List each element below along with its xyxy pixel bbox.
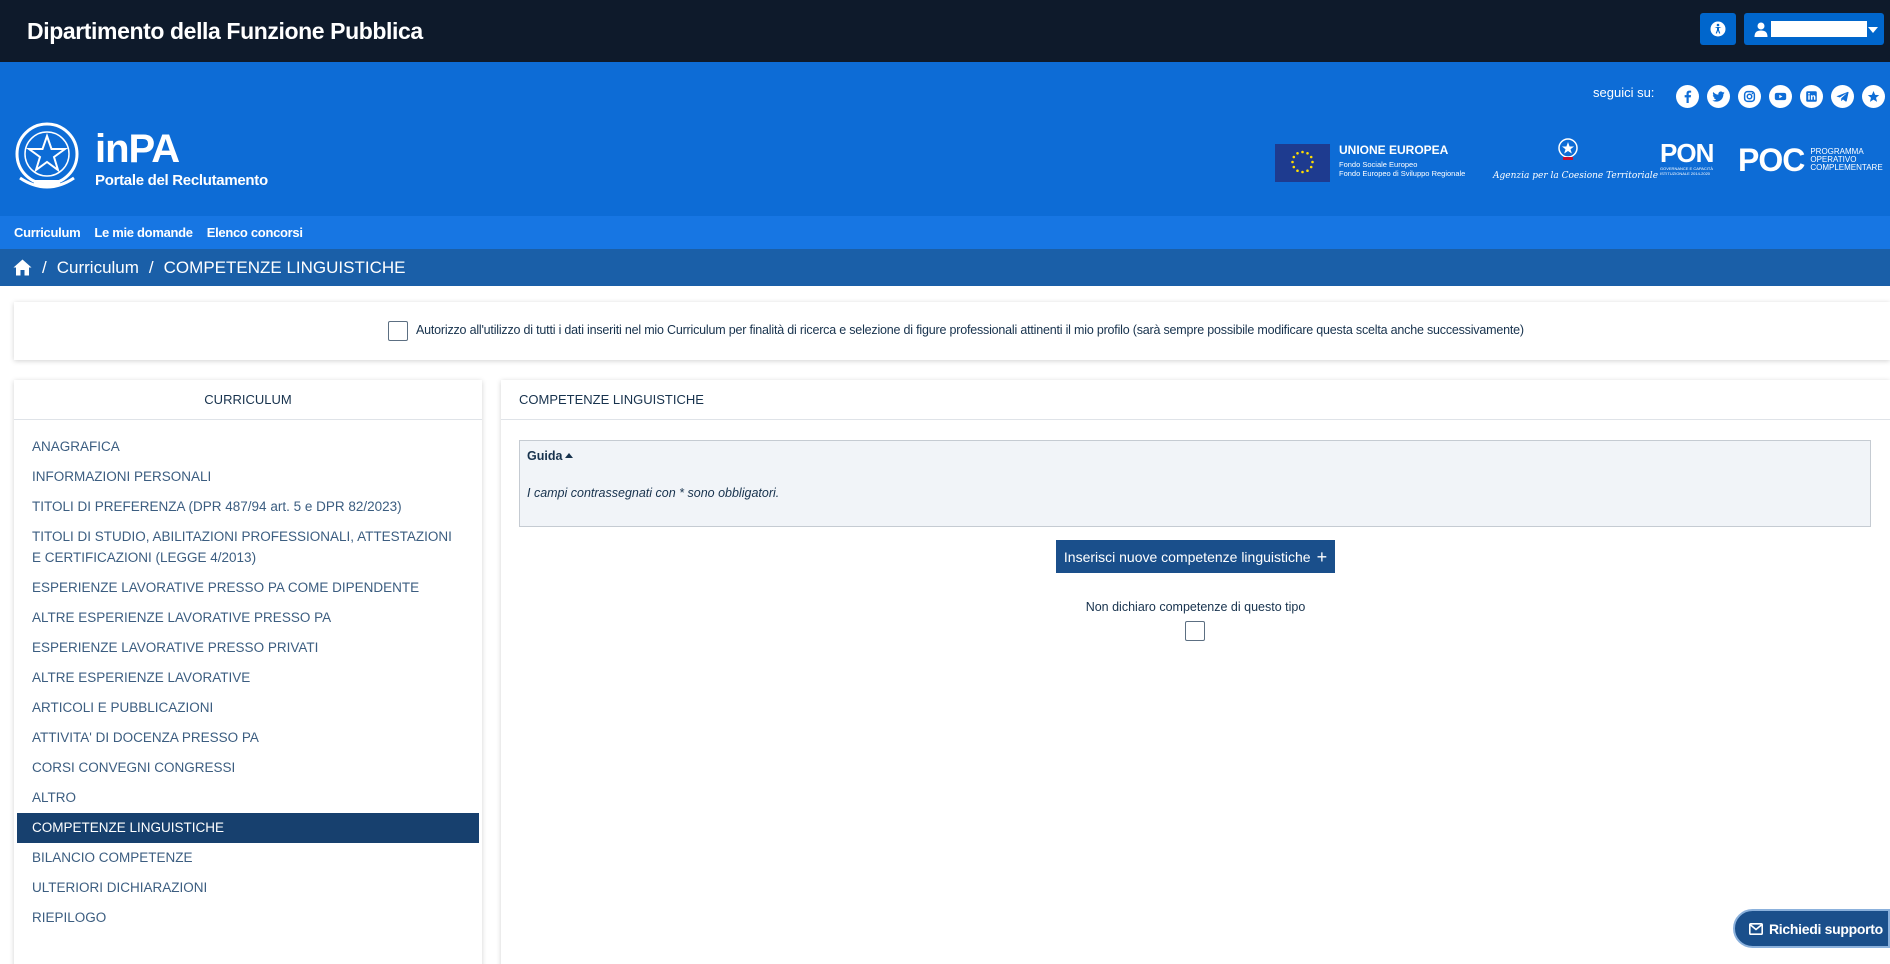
sidebar-title: CURRICULUM bbox=[14, 380, 482, 420]
pon-logo: PON GOVERNANCE E CAPACITÀ ISTITUZIONALE … bbox=[1660, 140, 1714, 176]
consent-text[interactable]: Autorizzo all'utilizzo di tutti i dati i… bbox=[416, 323, 1524, 337]
top-bar: Dipartimento della Funzione Pubblica bbox=[0, 0, 1890, 62]
non-dichiaro-label: Non dichiaro competenze di questo tipo bbox=[1085, 600, 1306, 614]
accessibility-icon bbox=[1710, 21, 1726, 37]
chevron-down-icon bbox=[1868, 27, 1878, 33]
brand-subtitle: Portale del Reclutamento bbox=[95, 172, 268, 189]
breadcrumb-separator: / bbox=[148, 257, 154, 277]
sidebar-menu: ANAGRAFICA INFORMAZIONI PERSONALI TITOLI… bbox=[14, 420, 482, 933]
agenzia-text: Agenzia per la Coesione Territoriale bbox=[1493, 171, 1659, 181]
facebook-icon[interactable] bbox=[1676, 85, 1699, 108]
guida-text: I campi contrassegnati con * sono obblig… bbox=[527, 486, 780, 500]
accessibility-button[interactable] bbox=[1700, 13, 1736, 45]
pon-text: PON bbox=[1660, 138, 1714, 168]
poc-logo: POC PROGRAMMA OPERATIVO COMPLEMENTARE bbox=[1738, 144, 1890, 176]
sidebar-item-altro[interactable]: ALTRO bbox=[17, 783, 479, 813]
main-panel: COMPETENZE LINGUISTICHE Guida I campi co… bbox=[501, 380, 1890, 964]
sidebar-item-docenza-pa[interactable]: ATTIVITA' DI DOCENZA PRESSO PA bbox=[17, 723, 479, 753]
linkedin-icon[interactable] bbox=[1800, 85, 1823, 108]
sidebar-item-informazioni-personali[interactable]: INFORMAZIONI PERSONALI bbox=[17, 462, 479, 492]
sidebar-item-ulteriori-dichiarazioni[interactable]: ULTERIORI DICHIARAZIONI bbox=[17, 873, 479, 903]
sidebar-item-competenze-linguistiche[interactable]: COMPETENZE LINGUISTICHE bbox=[17, 813, 479, 843]
agenzia-coesione-logo: Agenzia per la Coesione Territoriale bbox=[1493, 137, 1658, 187]
instagram-icon[interactable] bbox=[1738, 85, 1761, 108]
eu-label: UNIONE EUROPEA Fondo Sociale Europeo Fon… bbox=[1339, 143, 1465, 178]
insert-competenze-button[interactable]: Inserisci nuove competenze linguistiche … bbox=[1056, 540, 1335, 573]
poc-text: POC bbox=[1738, 142, 1805, 178]
poc-subtitle: PROGRAMMA OPERATIVO COMPLEMENTARE bbox=[1810, 147, 1883, 172]
user-icon bbox=[1754, 22, 1768, 37]
breadcrumb-curriculum[interactable]: Curriculum bbox=[57, 258, 139, 278]
follow-label: seguici su: bbox=[1593, 85, 1655, 100]
mail-icon bbox=[1749, 922, 1763, 935]
consent-box: Autorizzo all'utilizzo di tutti i dati i… bbox=[14, 302, 1890, 360]
sidebar-item-articoli-pubblicazioni[interactable]: ARTICOLI E PUBBLICAZIONI bbox=[17, 693, 479, 723]
sidebar-item-altre-esperienze[interactable]: ALTRE ESPERIENZE LAVORATIVE bbox=[17, 663, 479, 693]
breadcrumb: / Curriculum / COMPETENZE LINGUISTICHE bbox=[0, 249, 1890, 286]
main-nav: Curriculum Le mie domande Elenco concors… bbox=[0, 216, 1890, 249]
curriculum-sidebar: CURRICULUM ANAGRAFICA INFORMAZIONI PERSO… bbox=[14, 380, 482, 964]
site-header: inPA Portale del Reclutamento seguici su… bbox=[0, 62, 1890, 216]
sidebar-item-corsi-convegni[interactable]: CORSI CONVEGNI CONGRESSI bbox=[17, 753, 479, 783]
guida-title: Guida bbox=[527, 449, 563, 463]
youtube-icon[interactable] bbox=[1769, 85, 1792, 108]
telegram-icon[interactable] bbox=[1831, 85, 1854, 108]
nav-item-elenco-concorsi[interactable]: Elenco concorsi bbox=[207, 225, 303, 240]
italian-emblem-logo[interactable] bbox=[12, 118, 82, 198]
support-button[interactable]: Richiedi supporto bbox=[1733, 909, 1890, 948]
sidebar-item-esperienze-pa-dipendente[interactable]: ESPERIENZE LAVORATIVE PRESSO PA COME DIP… bbox=[17, 573, 479, 603]
nav-item-le-mie-domande[interactable]: Le mie domande bbox=[94, 225, 193, 240]
sidebar-item-esperienze-privati[interactable]: ESPERIENZE LAVORATIVE PRESSO PRIVATI bbox=[17, 633, 479, 663]
sidebar-item-riepilogo[interactable]: RIEPILOGO bbox=[17, 903, 479, 933]
user-name-redacted bbox=[1771, 21, 1867, 37]
home-icon[interactable] bbox=[13, 259, 32, 276]
user-menu-button[interactable] bbox=[1744, 13, 1884, 45]
chevron-up-icon bbox=[565, 453, 574, 458]
eu-line2: Fondo Europeo di Sviluppo Regionale bbox=[1339, 169, 1466, 178]
nav-item-curriculum[interactable]: Curriculum bbox=[14, 225, 81, 240]
social-links bbox=[1676, 85, 1885, 108]
breadcrumb-separator: / bbox=[42, 257, 47, 277]
insert-button-label: Inserisci nuove competenze linguistiche bbox=[1063, 548, 1311, 565]
breadcrumb-current: COMPETENZE LINGUISTICHE bbox=[163, 257, 406, 277]
sidebar-item-anagrafica[interactable]: ANAGRAFICA bbox=[17, 432, 479, 462]
sidebar-item-titoli-preferenza[interactable]: TITOLI DI PREFERENZA (DPR 487/94 art. 5 … bbox=[17, 492, 479, 522]
department-title[interactable]: Dipartimento della Funzione Pubblica bbox=[27, 18, 423, 45]
brand[interactable]: inPA Portale del Reclutamento bbox=[95, 128, 268, 189]
consent-checkbox[interactable] bbox=[388, 321, 408, 341]
star-icon[interactable] bbox=[1862, 85, 1885, 108]
eu-flag-logo bbox=[1275, 144, 1330, 182]
sidebar-item-bilancio-competenze[interactable]: BILANCIO COMPETENZE bbox=[17, 843, 479, 873]
guida-box: Guida I campi contrassegnati con * sono … bbox=[519, 440, 1871, 527]
pon-subtitle: GOVERNANCE E CAPACITÀ ISTITUZIONALE 2014… bbox=[1660, 166, 1714, 176]
guida-toggle[interactable]: Guida bbox=[527, 449, 574, 463]
support-label: Richiedi supporto bbox=[1769, 920, 1883, 937]
eu-title: UNIONE EUROPEA bbox=[1339, 143, 1449, 157]
sidebar-item-titoli-studio[interactable]: TITOLI DI STUDIO, ABILITAZIONI PROFESSIO… bbox=[17, 522, 479, 573]
main-panel-title: COMPETENZE LINGUISTICHE bbox=[501, 380, 1890, 420]
twitter-icon[interactable] bbox=[1707, 85, 1730, 108]
non-dichiaro-checkbox[interactable] bbox=[1185, 621, 1205, 641]
eu-line1: Fondo Sociale Europeo bbox=[1339, 160, 1418, 169]
plus-icon: + bbox=[1316, 546, 1328, 567]
sidebar-item-altre-esperienze-pa[interactable]: ALTRE ESPERIENZE LAVORATIVE PRESSO PA bbox=[17, 603, 479, 633]
brand-name: inPA bbox=[95, 127, 180, 171]
